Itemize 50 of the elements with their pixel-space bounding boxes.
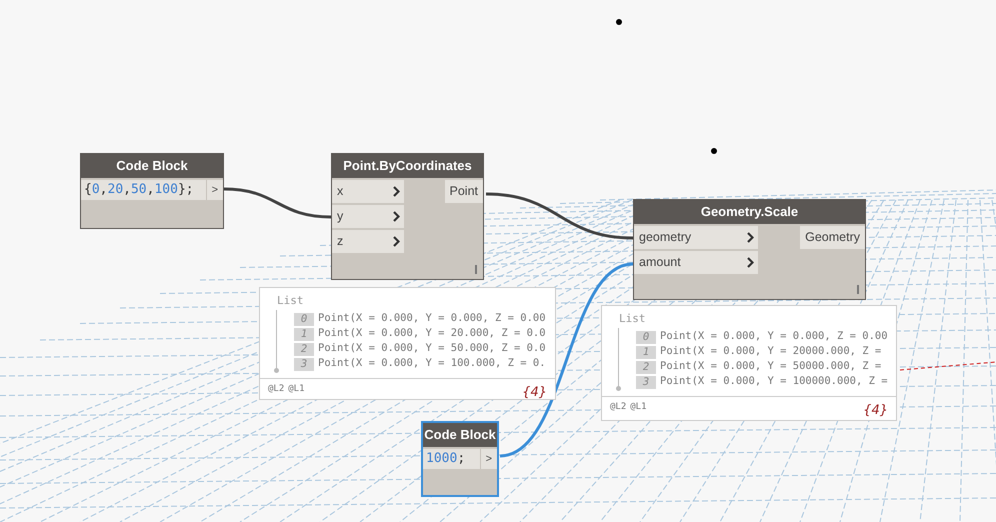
list-index: 0 <box>636 330 656 344</box>
item-count: {4} <box>522 384 547 399</box>
list-item-text: Point(X = 0.000, Y = 0.000, Z = 0.00 <box>660 329 888 344</box>
point-dot <box>616 19 622 25</box>
node-card[interactable]: Code Block {0,20,50,100}; > <box>80 153 224 229</box>
node-title: Code Block <box>81 154 223 178</box>
list-item-text: Point(X = 0.000, Y = 20000.000, Z = <box>660 344 882 360</box>
node-title: Code Block <box>423 423 497 447</box>
node-card[interactable]: Point.ByCoordinates x y z Point <box>331 153 484 280</box>
input-port[interactable]: x <box>332 180 404 203</box>
chevron-icon <box>393 211 400 222</box>
list-index: 3 <box>294 358 314 370</box>
input-port[interactable]: z <box>332 230 404 253</box>
chevron-icon <box>393 186 400 197</box>
list-index: 3 <box>636 376 656 388</box>
item-count: {4} <box>863 402 888 420</box>
level-tag[interactable]: @L1 <box>630 400 647 420</box>
list-index: 0 <box>294 312 314 326</box>
output-port[interactable]: > <box>480 449 497 469</box>
chevron-icon <box>393 236 400 247</box>
point-dot <box>711 148 717 154</box>
list-item-text: Point(X = 0.000, Y = 100000.000, Z = <box>660 374 888 390</box>
level-tag[interactable]: @L2 <box>268 382 284 399</box>
input-port[interactable]: y <box>332 205 404 228</box>
node-card[interactable]: Geometry.Scale geometry amount Geometry <box>633 199 866 300</box>
list-label: List <box>618 311 646 327</box>
input-port[interactable]: geometry <box>634 226 758 249</box>
input-port[interactable]: amount <box>634 251 758 274</box>
list-index: 1 <box>636 346 656 358</box>
list-index: 2 <box>294 342 314 356</box>
list-item-text: Point(X = 0.000, Y = 50000.000, Z = <box>660 359 882 374</box>
node-card[interactable]: Code Block 1000; > <box>421 421 499 497</box>
list-item-text: Point(X = 0.000, Y = 100.000, Z = 0. <box>318 356 546 372</box>
list-item-text: Point(X = 0.000, Y = 0.000, Z = 0.00 <box>318 311 546 326</box>
list-index: 2 <box>636 360 656 374</box>
node-title: Point.ByCoordinates <box>332 154 483 178</box>
chevron-icon <box>747 232 754 243</box>
code-text[interactable]: 1000; <box>423 449 468 469</box>
list-label: List <box>276 293 304 309</box>
code-text[interactable]: {0,20,50,100}; <box>81 180 197 200</box>
chevron-icon <box>747 257 754 268</box>
output-port[interactable]: Point <box>444 180 483 203</box>
level-tag[interactable]: @L2 <box>610 400 626 420</box>
list-item-text: Point(X = 0.000, Y = 50.000, Z = 0.0 <box>318 341 546 356</box>
output-port[interactable]: > <box>206 180 223 200</box>
list-index: 1 <box>294 328 314 340</box>
level-tag[interactable]: @L1 <box>288 382 305 399</box>
list-item-text: Point(X = 0.000, Y = 20.000, Z = 0.0 <box>318 326 546 342</box>
node-title: Geometry.Scale <box>634 200 865 224</box>
output-port[interactable]: Geometry <box>800 226 865 249</box>
